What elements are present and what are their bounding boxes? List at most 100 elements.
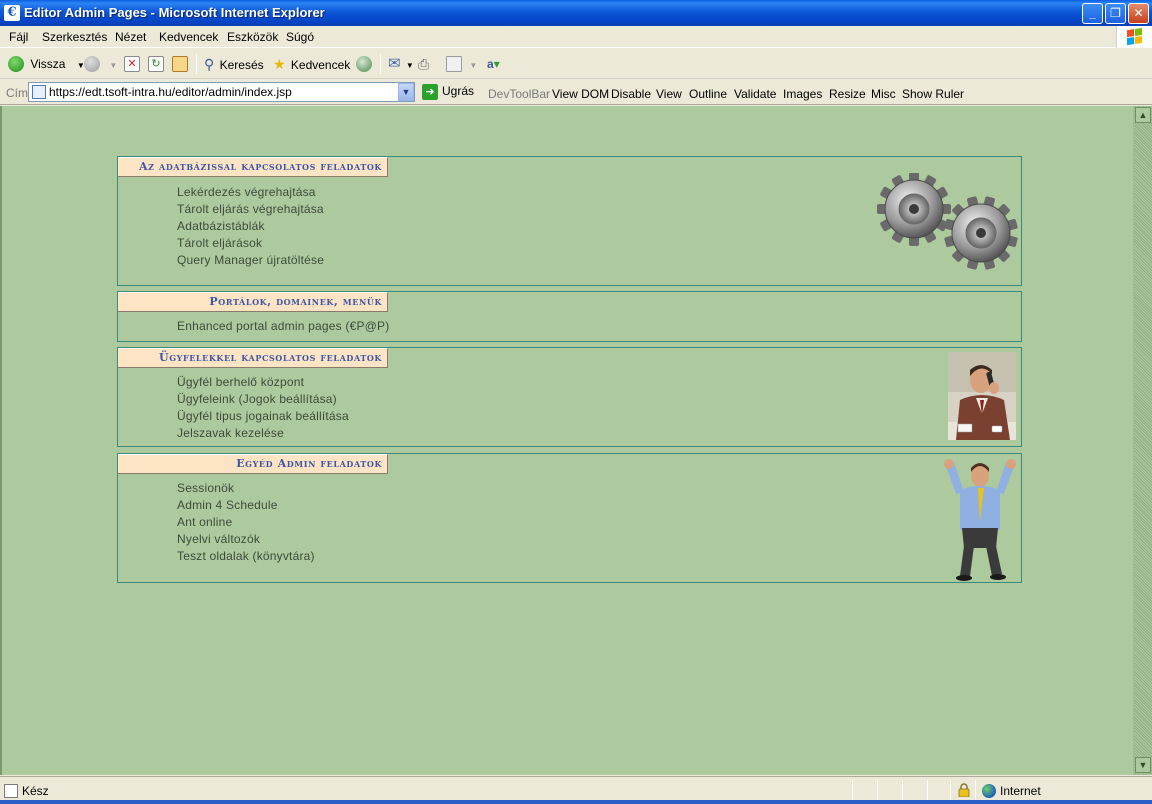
status-text: Kész (22, 784, 49, 798)
section-portals: Portálok, domainek, menük Enhanced porta… (117, 291, 1022, 342)
link-run-stored-procedure[interactable]: Tárolt eljárás végrehajtása (177, 201, 324, 218)
research-button[interactable]: a▾ (487, 54, 500, 74)
refresh-button[interactable]: ↻ (148, 54, 164, 74)
link-database-tables[interactable]: Adatbázistáblák (177, 218, 324, 235)
link-list: Lekérdezés végrehajtása Tárolt eljárás v… (177, 184, 324, 269)
go-label: Ugrás (442, 84, 475, 99)
translate-icon: a (487, 57, 494, 71)
menu-file[interactable]: Fájl (9, 30, 28, 44)
stop-icon: ✕ (124, 55, 140, 72)
link-sessions[interactable]: Sessionök (177, 480, 315, 497)
mail-icon: ✉ (388, 55, 401, 72)
address-dropdown-button[interactable]: ▼ (398, 83, 414, 101)
link-run-query[interactable]: Lekérdezés végrehajtása (177, 184, 324, 201)
scroll-down-button[interactable]: ▼ (1135, 757, 1151, 773)
menu-edit[interactable]: Szerkesztés (42, 30, 107, 44)
devtoolbar-resize[interactable]: Resize (829, 87, 866, 101)
menu-bar: Fájl Szerkesztés Nézet Kedvencek Eszközö… (0, 26, 1152, 48)
devtoolbar-validate[interactable]: Validate (734, 87, 776, 101)
status-divider (852, 780, 853, 800)
section-customers: Ügyfelekkel kapcsolatos feladatok Ügyfél… (117, 347, 1022, 447)
chevron-up-icon: ▲ (1138, 110, 1148, 120)
link-list: Sessionök Admin 4 Schedule Ant online Ny… (177, 480, 315, 565)
edit-button[interactable]: ▼ (446, 54, 477, 74)
link-password-management[interactable]: Jelszavak kezelése (177, 425, 349, 442)
menu-help[interactable]: Súgó (286, 30, 314, 44)
go-button[interactable]: ➔ Ugrás (422, 84, 474, 100)
go-arrow-icon: ➔ (422, 84, 438, 100)
lock-icon (958, 783, 970, 797)
star-icon: ★ (273, 56, 286, 72)
home-button[interactable] (172, 54, 188, 74)
devtoolbar-view-dom[interactable]: View DOM (552, 87, 609, 101)
devtoolbar-view[interactable]: View (656, 87, 682, 101)
page-done-icon (4, 784, 18, 798)
status-divider (927, 780, 928, 800)
gears-icon (877, 173, 1018, 270)
window-title: Editor Admin Pages - Microsoft Internet … (24, 5, 325, 20)
devtoolbar-images[interactable]: Images (783, 87, 822, 101)
section-header: Portálok, domainek, menük (118, 292, 388, 312)
address-url: https://edt.tsoft-intra.hu/editor/admin/… (49, 85, 292, 99)
minimize-button[interactable]: _ (1082, 3, 1103, 24)
maximize-button[interactable]: ❐ (1105, 3, 1126, 24)
link-test-pages[interactable]: Teszt oldalak (könyvtára) (177, 548, 315, 565)
print-icon: ⎙ (418, 56, 430, 72)
stop-button[interactable]: ✕ (124, 54, 140, 74)
link-reload-query-manager[interactable]: Query Manager újratöltése (177, 252, 324, 269)
section-database: Az adatbázissal kapcsolatos feladatok Le… (117, 156, 1022, 286)
back-button[interactable]: Vissza ▼ (8, 54, 85, 74)
link-list: Ügyfél berhelő központ Ügyfeleink (Jogok… (177, 374, 349, 442)
mail-button[interactable]: ✉ ▼ (388, 54, 414, 74)
page-content: Az adatbázissal kapcsolatos feladatok Le… (0, 106, 1133, 775)
taskbar-edge (0, 800, 1152, 804)
edit-icon (446, 55, 462, 72)
link-admin-4-schedule[interactable]: Admin 4 Schedule (177, 497, 315, 514)
address-label: Cím (6, 86, 28, 100)
devtoolbar-disable[interactable]: Disable (611, 87, 651, 101)
devtoolbar-show-ruler[interactable]: Show Ruler (902, 87, 964, 101)
link-customer-center[interactable]: Ügyfél berhelő központ (177, 374, 349, 391)
menu-tools[interactable]: Eszközök (227, 30, 278, 44)
vertical-scrollbar[interactable]: ▲ ▼ (1133, 106, 1152, 775)
link-list: Enhanced portal admin pages (€P@P) (177, 318, 389, 335)
page-icon (32, 85, 46, 99)
history-button[interactable] (356, 54, 372, 74)
restore-icon: ❐ (1110, 6, 1121, 20)
excited-man-photo (944, 459, 1016, 581)
close-button[interactable]: ✕ (1128, 3, 1149, 24)
link-customer-permissions[interactable]: Ügyfeleink (Jogok beállítása) (177, 391, 349, 408)
section-header: Ügyfelekkel kapcsolatos feladatok (118, 348, 388, 368)
favorites-button[interactable]: ★ Kedvencek (273, 54, 350, 74)
link-language-variables[interactable]: Nyelvi változók (177, 531, 315, 548)
devtoolbar-misc[interactable]: Misc (871, 87, 896, 101)
chevron-down-icon: ▼ (401, 87, 411, 97)
devtoolbar-outline[interactable]: Outline (689, 87, 727, 101)
forward-button[interactable]: ▼ (84, 54, 117, 74)
close-icon: ✕ (1133, 6, 1144, 20)
link-enhanced-portal-admin[interactable]: Enhanced portal admin pages (€P@P) (177, 318, 389, 335)
status-divider (877, 780, 878, 800)
devtoolbar-label: DevToolBar (488, 87, 551, 101)
print-button[interactable]: ⎙ (418, 54, 429, 74)
status-divider (950, 780, 951, 800)
link-ant-online[interactable]: Ant online (177, 514, 315, 531)
address-bar: Cím https://edt.tsoft-intra.hu/editor/ad… (0, 80, 1152, 105)
address-input[interactable]: https://edt.tsoft-intra.hu/editor/admin/… (28, 82, 415, 102)
link-customer-type-permissions[interactable]: Ügyfél tipus jogainak beállítása (177, 408, 349, 425)
globe-icon (982, 783, 996, 798)
refresh-icon: ↻ (148, 55, 164, 72)
link-stored-procedures[interactable]: Tárolt eljárások (177, 235, 324, 252)
title-bar: € Editor Admin Pages - Microsoft Interne… (0, 0, 1152, 26)
translate-icon-b: ▾ (493, 57, 500, 71)
menu-view[interactable]: Nézet (115, 30, 146, 44)
security-zone: Internet (982, 783, 1041, 799)
favorites-label: Kedvencek (290, 58, 351, 72)
toolbar-separator (380, 54, 381, 74)
search-button[interactable]: ⚲ Keresés (204, 54, 264, 74)
section-header: Egyéd Admin feladatok (118, 454, 388, 474)
minimize-icon: _ (1089, 6, 1096, 20)
search-icon: ⚲ (204, 56, 215, 72)
menu-favorites[interactable]: Kedvencek (159, 30, 218, 44)
scroll-up-button[interactable]: ▲ (1135, 107, 1151, 123)
